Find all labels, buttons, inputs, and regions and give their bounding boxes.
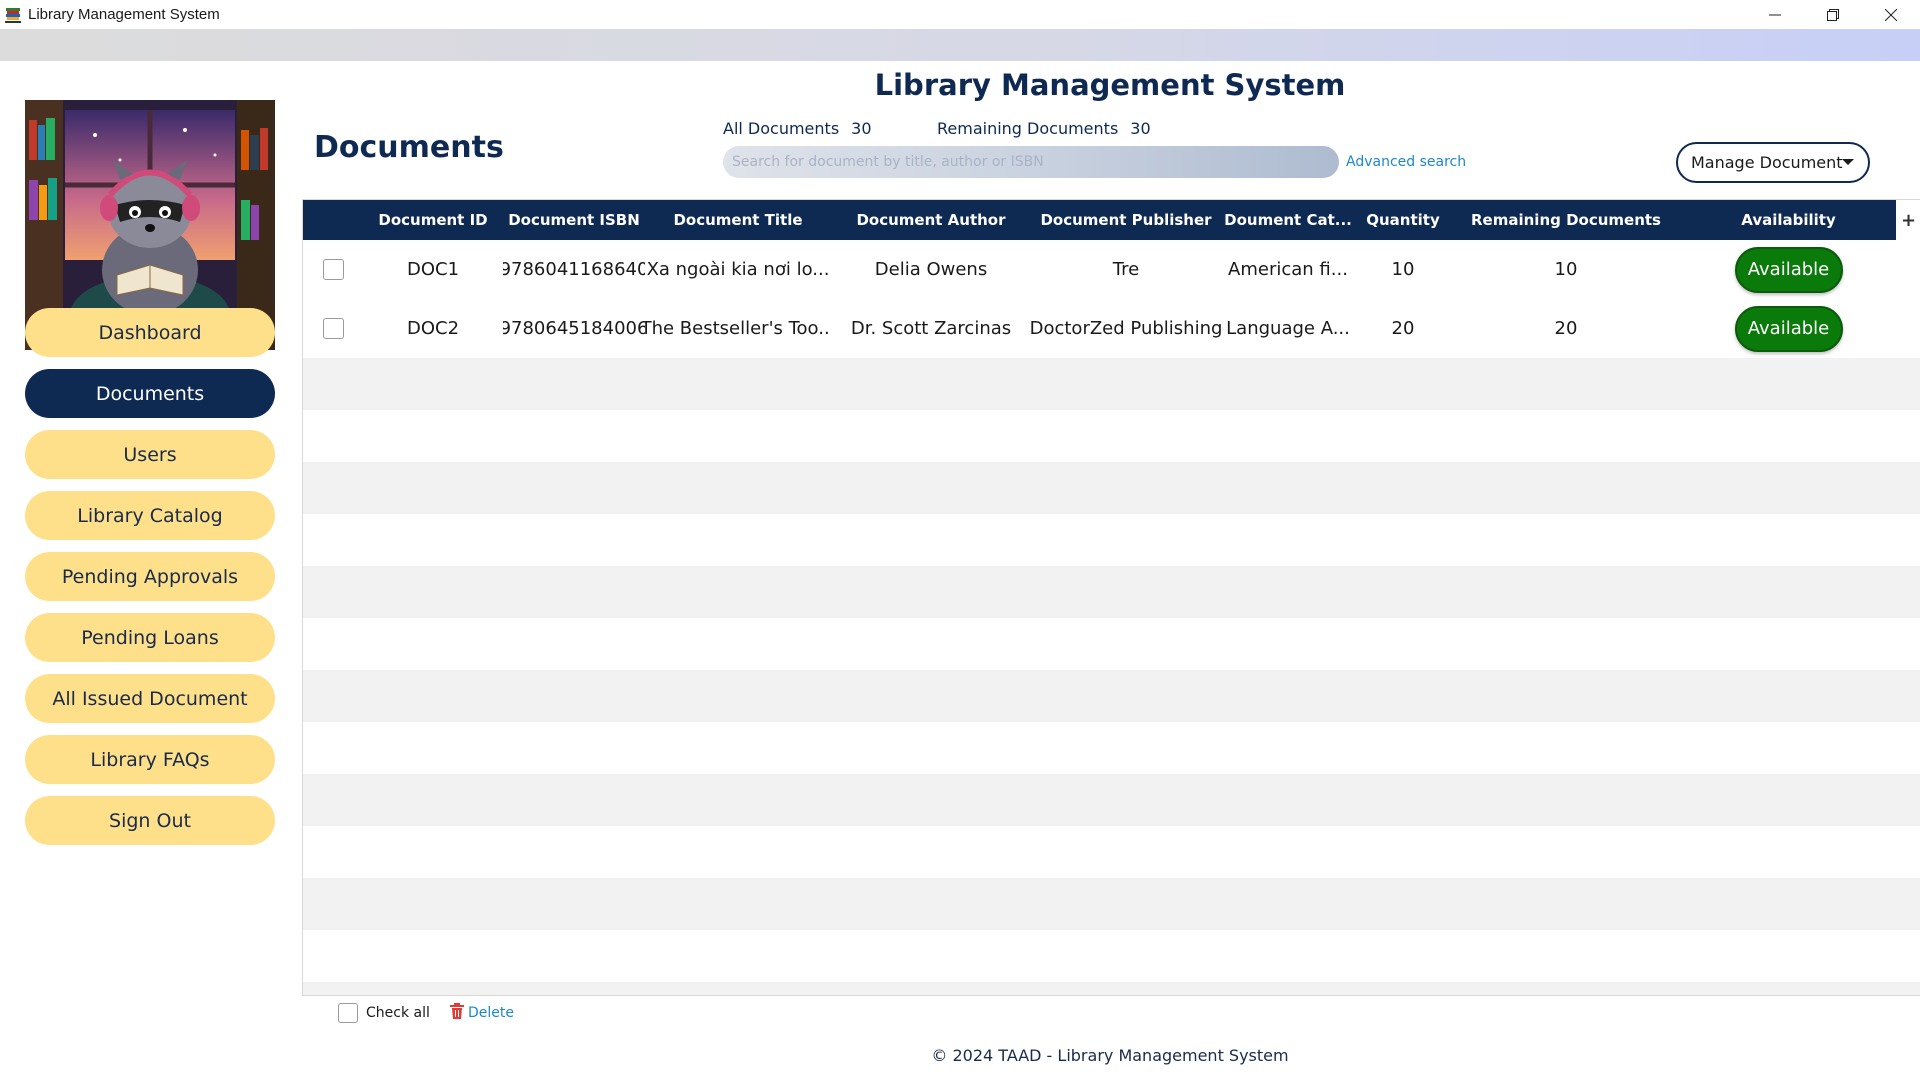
- empty-row: [303, 826, 1920, 878]
- page-title: Documents: [314, 130, 504, 165]
- column-header-document-publisher[interactable]: Document Publisher: [1031, 200, 1221, 240]
- column-header-document-title[interactable]: Document Title: [645, 200, 831, 240]
- empty-row: [303, 774, 1920, 826]
- column-header-remaining-documents[interactable]: Remaining Documents: [1451, 200, 1681, 240]
- column-header-document-id[interactable]: Document ID: [363, 200, 503, 240]
- all-documents-count: 30: [851, 119, 872, 138]
- empty-row: [303, 982, 1920, 995]
- check-all-label: Check all: [366, 1005, 430, 1021]
- app-title: Library Management System: [874, 68, 1346, 102]
- cell-document-isbn: 9780645184006: [503, 318, 645, 339]
- taad-app-icon: [4, 6, 22, 24]
- all-documents-stat: All Documents 30: [723, 119, 872, 138]
- cell-quantity: 10: [1391, 259, 1415, 280]
- cell-document-title: The Bestseller's Too...: [645, 318, 831, 339]
- close-icon[interactable]: [1862, 0, 1920, 29]
- trash-icon: [450, 1003, 464, 1023]
- empty-row: [303, 462, 1920, 514]
- table-row[interactable]: DOC2 9780645184006 The Bestseller's Too.…: [303, 299, 1920, 358]
- empty-row: [303, 618, 1920, 670]
- column-header-document-author[interactable]: Document Author: [831, 200, 1031, 240]
- availability-button[interactable]: Available: [1734, 246, 1843, 293]
- availability-button[interactable]: Available: [1734, 305, 1843, 352]
- empty-row: [303, 878, 1920, 930]
- cell-document-category: American fi...: [1228, 259, 1348, 280]
- check-all-checkbox[interactable]: [338, 1003, 358, 1023]
- cell-document-title: Xa ngoài kia nơi lo...: [646, 259, 830, 280]
- cell-document-id: DOC2: [406, 318, 460, 339]
- sidebar-item-sign-out[interactable]: Sign Out: [25, 796, 275, 845]
- sidebar-item-documents[interactable]: Documents: [25, 369, 275, 418]
- cell-quantity: 20: [1391, 318, 1415, 339]
- sidebar-item-library-faqs[interactable]: Library FAQs: [25, 735, 275, 784]
- cell-document-publisher: Tre: [1112, 259, 1140, 280]
- sidebar: Dashboard Documents Users Library Catalo…: [0, 61, 300, 1080]
- cell-remaining-documents: 20: [1554, 318, 1578, 339]
- restore-icon[interactable]: [1804, 0, 1862, 29]
- copyright-text: © 2024 TAAD - Library Management System: [931, 1046, 1289, 1065]
- empty-row: [303, 514, 1920, 566]
- column-header-document-isbn[interactable]: Document ISBN: [503, 200, 645, 240]
- empty-row: [303, 930, 1920, 982]
- empty-row: [303, 566, 1920, 618]
- empty-row: [303, 358, 1920, 410]
- minimize-icon[interactable]: [1746, 0, 1804, 29]
- documents-table: Document ID Document ISBN Document Title…: [302, 199, 1920, 996]
- cell-remaining-documents: 10: [1554, 259, 1578, 280]
- sidebar-item-dashboard[interactable]: Dashboard: [25, 308, 275, 357]
- table-header: Document ID Document ISBN Document Title…: [303, 200, 1896, 240]
- row-checkbox[interactable]: [322, 259, 344, 280]
- sidebar-item-library-catalog[interactable]: Library Catalog: [25, 491, 275, 540]
- sidebar-item-pending-loans[interactable]: Pending Loans: [25, 613, 275, 662]
- sidebar-item-users[interactable]: Users: [25, 430, 275, 479]
- cell-document-id: DOC1: [406, 259, 460, 280]
- manage-document-dropdown[interactable]: Manage Document: [1676, 142, 1870, 183]
- row-checkbox[interactable]: [322, 318, 344, 339]
- empty-row: [303, 670, 1920, 722]
- sidebar-item-all-issued-document[interactable]: All Issued Document: [25, 674, 275, 723]
- column-header-availability[interactable]: Availability: [1681, 200, 1896, 240]
- sidebar-item-pending-approvals[interactable]: Pending Approvals: [25, 552, 275, 601]
- column-header-document-category[interactable]: Doument Cat...: [1221, 200, 1355, 240]
- table-row[interactable]: DOC1 9786041168640 Xa ngoài kia nơi lo..…: [303, 240, 1920, 299]
- cell-document-publisher: DoctorZed Publishing: [1031, 318, 1221, 339]
- search-input[interactable]: [723, 146, 1339, 178]
- column-header-quantity[interactable]: Quantity: [1355, 200, 1451, 240]
- remaining-documents-label: Remaining Documents: [937, 119, 1119, 138]
- empty-row: [303, 410, 1920, 462]
- remaining-documents-stat: Remaining Documents 30: [937, 119, 1151, 138]
- plus-icon[interactable]: +: [1896, 200, 1920, 240]
- window-title: Library Management System: [28, 6, 220, 23]
- cell-document-author: Dr. Scott Zarcinas: [850, 318, 1012, 339]
- check-all-control[interactable]: Check all: [338, 1003, 430, 1023]
- window-titlebar: Library Management System: [0, 0, 1920, 29]
- window-controls: [1746, 0, 1920, 29]
- cell-document-author: Delia Owens: [874, 259, 988, 280]
- delete-button[interactable]: Delete: [450, 1003, 514, 1023]
- advanced-search-link[interactable]: Advanced search: [1346, 154, 1466, 170]
- cell-document-category: Language A...: [1226, 318, 1350, 339]
- all-documents-label: All Documents: [723, 119, 840, 138]
- chevron-down-icon: [1842, 159, 1854, 165]
- empty-row: [303, 722, 1920, 774]
- remaining-documents-count: 30: [1130, 119, 1151, 138]
- manage-document-label: Manage Document: [1691, 153, 1843, 172]
- cell-document-isbn: 9786041168640: [503, 259, 645, 280]
- header-gradient-bar: [0, 29, 1920, 61]
- delete-label: Delete: [468, 1005, 514, 1021]
